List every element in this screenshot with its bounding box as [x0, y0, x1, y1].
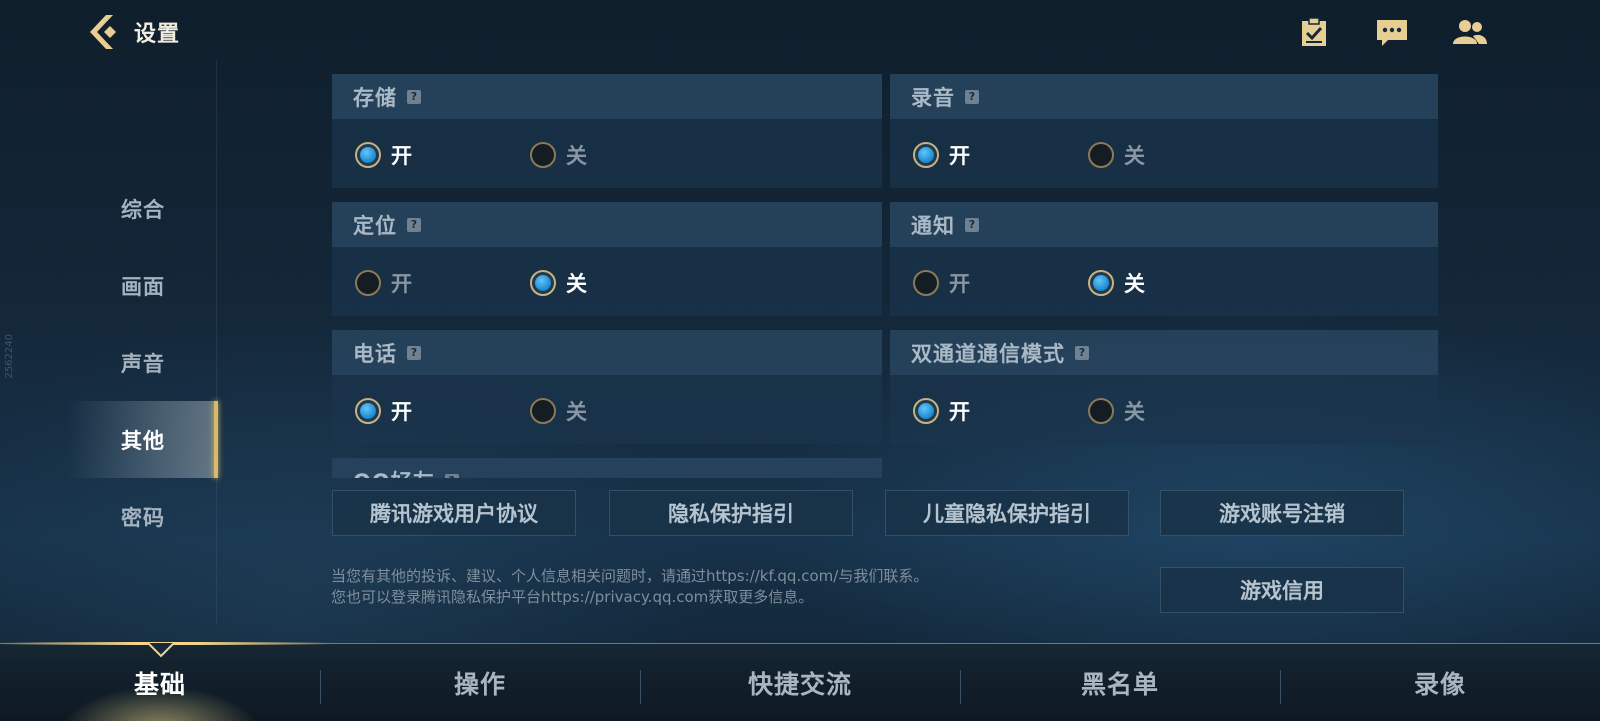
notification-on-radio[interactable]: 开 [913, 268, 970, 298]
option-label: 关 [1124, 272, 1145, 296]
help-icon[interactable]: ? [1075, 345, 1089, 360]
friends-icon[interactable] [1452, 16, 1488, 48]
option-label: 开 [391, 144, 412, 168]
sidebar-item-graphics[interactable]: 画面 [68, 247, 218, 324]
panel-title: 定位 [353, 213, 397, 238]
option-label: 开 [949, 400, 970, 424]
sidebar-item-sound[interactable]: 声音 [68, 324, 218, 401]
option-label: 开 [949, 272, 970, 296]
radio-selected-icon [913, 142, 939, 168]
panel-location: 定位? 开 关 [332, 202, 882, 316]
radio-unselected-icon [530, 142, 556, 168]
panel-title: 通知 [911, 213, 955, 238]
sidebar-item-other[interactable]: 其他 [68, 401, 218, 478]
radio-unselected-icon [355, 270, 381, 296]
privacy-guide-button[interactable]: 隐私保护指引 [609, 490, 853, 536]
radio-selected-icon [355, 142, 381, 168]
notice-line-2: 您也可以登录腾讯隐私保护平台https://privacy.qq.com获取更多… [331, 588, 814, 606]
back-chevron-icon [90, 15, 116, 49]
sidebar-item-general[interactable]: 综合 [68, 170, 218, 247]
radio-selected-icon [1088, 270, 1114, 296]
sidebar-item-password[interactable]: 密码 [68, 478, 218, 555]
option-label: 关 [1124, 144, 1145, 168]
game-credit-button[interactable]: 游戏信用 [1160, 567, 1404, 613]
contact-notice: 当您有其他的投诉、建议、个人信息相关问题时，请通过https://kf.qq.c… [331, 566, 928, 608]
option-label: 关 [566, 400, 587, 424]
recording-on-radio[interactable]: 开 [913, 140, 970, 170]
panel-dual-channel: 双通道通信模式? 开 关 [890, 330, 1438, 444]
page-title: 设置 [134, 22, 181, 47]
storage-off-radio[interactable]: 关 [530, 140, 587, 170]
notification-off-radio[interactable]: 关 [1088, 268, 1145, 298]
help-icon[interactable]: ? [965, 217, 979, 232]
panel-qq-friends: QQ好友? [332, 458, 882, 478]
panel-storage: 存储? 开 关 [332, 74, 882, 188]
help-icon[interactable]: ? [407, 345, 421, 360]
child-privacy-guide-button[interactable]: 儿童隐私保护指引 [885, 490, 1129, 536]
header: 设置 [0, 0, 1600, 66]
radio-unselected-icon [913, 270, 939, 296]
radio-selected-icon [355, 398, 381, 424]
help-icon[interactable]: ? [965, 89, 979, 104]
option-label: 关 [566, 144, 587, 168]
phone-off-radio[interactable]: 关 [530, 396, 587, 426]
sidebar: 综合 画面 声音 其他 密码 [68, 170, 218, 555]
account-cancel-button[interactable]: 游戏账号注销 [1160, 490, 1404, 536]
radio-unselected-icon [1088, 142, 1114, 168]
tab-basic[interactable]: 基础 [0, 644, 320, 721]
panel-recording: 录音? 开 关 [890, 74, 1438, 188]
panel-title: QQ好友 [353, 466, 435, 479]
option-label: 开 [391, 272, 412, 296]
location-on-radio[interactable]: 开 [355, 268, 412, 298]
back-button[interactable]: 设置 [86, 12, 180, 52]
tab-replay[interactable]: 录像 [1280, 644, 1600, 721]
radio-unselected-icon [530, 398, 556, 424]
user-agreement-button[interactable]: 腾讯游戏用户协议 [332, 490, 576, 536]
help-icon[interactable]: ? [444, 473, 459, 478]
permissions-list[interactable]: 存储? 开 关 录音? 开 关 定位? 开 关 通知? 开 关 电话? 开 关 [332, 74, 1438, 478]
watermark-text: 2562240 [4, 334, 15, 379]
dual-channel-on-radio[interactable]: 开 [913, 396, 970, 426]
radio-selected-icon [913, 398, 939, 424]
panel-title: 双通道通信模式 [911, 341, 1065, 366]
chat-bubble-icon[interactable] [1374, 16, 1410, 48]
clipboard-check-icon[interactable] [1296, 16, 1332, 48]
tab-blacklist[interactable]: 黑名单 [960, 644, 1280, 721]
panel-title: 电话 [353, 341, 397, 366]
panel-phone: 电话? 开 关 [332, 330, 882, 444]
panel-notification: 通知? 开 关 [890, 202, 1438, 316]
tab-quick-chat[interactable]: 快捷交流 [640, 644, 960, 721]
dual-channel-off-radio[interactable]: 关 [1088, 396, 1145, 426]
panel-title: 录音 [911, 85, 955, 110]
option-label: 关 [566, 272, 587, 296]
option-label: 关 [1124, 400, 1145, 424]
panel-title: 存储 [353, 85, 397, 110]
notice-line-1: 当您有其他的投诉、建议、个人信息相关问题时，请通过https://kf.qq.c… [331, 567, 929, 585]
recording-off-radio[interactable]: 关 [1088, 140, 1145, 170]
help-icon[interactable]: ? [407, 89, 421, 104]
storage-on-radio[interactable]: 开 [355, 140, 412, 170]
option-label: 开 [949, 144, 970, 168]
radio-selected-icon [530, 270, 556, 296]
option-label: 开 [391, 400, 412, 424]
radio-unselected-icon [1088, 398, 1114, 424]
help-icon[interactable]: ? [407, 217, 421, 232]
tab-controls[interactable]: 操作 [320, 644, 640, 721]
location-off-radio[interactable]: 关 [530, 268, 587, 298]
bottom-tab-bar: 基础 操作 快捷交流 黑名单 录像 [0, 642, 1600, 721]
phone-on-radio[interactable]: 开 [355, 396, 412, 426]
